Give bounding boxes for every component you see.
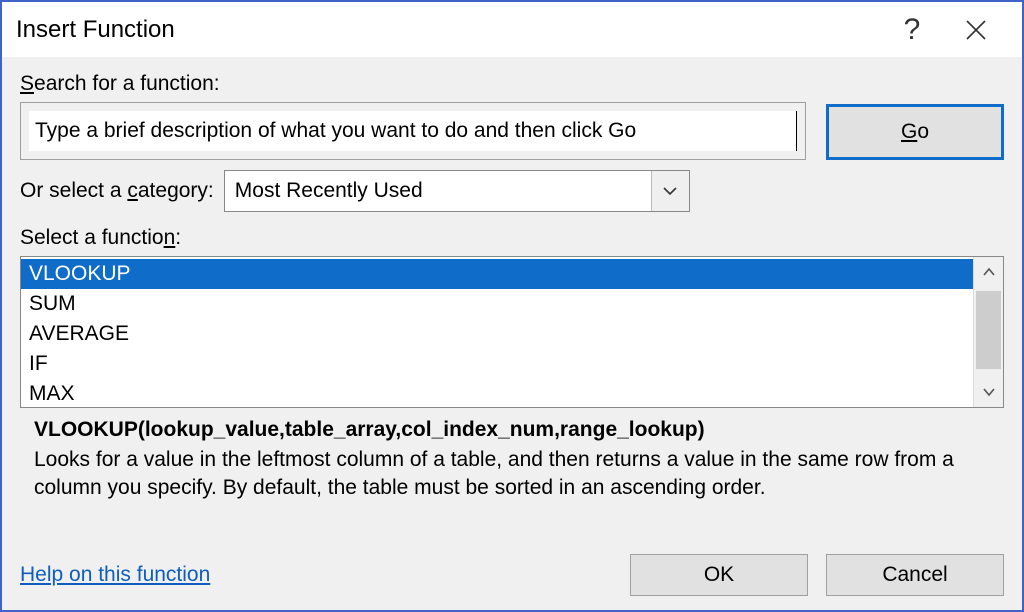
close-icon xyxy=(965,19,987,41)
scroll-up-button[interactable] xyxy=(974,257,1003,287)
chevron-down-icon xyxy=(982,387,996,397)
list-item[interactable]: MAX xyxy=(21,379,973,407)
titlebar: Insert Function ? xyxy=(2,2,1022,58)
category-label: Or select a category: xyxy=(20,179,214,203)
dialog-footer: Help on this function OK Cancel xyxy=(20,542,1004,596)
scroll-down-button[interactable] xyxy=(974,377,1003,407)
help-on-function-link[interactable]: Help on this function xyxy=(20,563,210,587)
dialog-body: Search for a function: Go Or select a ca… xyxy=(2,58,1022,610)
help-button[interactable]: ? xyxy=(880,2,944,58)
scrollbar[interactable] xyxy=(973,257,1003,407)
search-input[interactable] xyxy=(29,111,797,151)
chevron-up-icon xyxy=(982,267,996,277)
scroll-thumb[interactable] xyxy=(976,291,1001,369)
function-signature: VLOOKUP(lookup_value,table_array,col_ind… xyxy=(34,418,998,442)
list-item[interactable]: SUM xyxy=(21,289,973,319)
select-function-label: Select a function: xyxy=(20,226,1004,250)
category-selected-value: Most Recently Used xyxy=(235,179,423,203)
ok-button[interactable]: OK xyxy=(630,554,808,596)
search-label: Search for a function: xyxy=(20,72,1004,96)
category-select[interactable]: Most Recently Used xyxy=(224,170,690,212)
function-description: VLOOKUP(lookup_value,table_array,col_ind… xyxy=(20,416,1004,503)
function-description-text: Looks for a value in the leftmost column… xyxy=(34,446,998,503)
dialog-title: Insert Function xyxy=(16,16,175,44)
cancel-button[interactable]: Cancel xyxy=(826,554,1004,596)
list-item[interactable]: IF xyxy=(21,349,973,379)
function-listbox[interactable]: VLOOKUPSUMAVERAGEIFMAX xyxy=(20,256,1004,408)
search-input-wrap xyxy=(20,102,806,160)
scroll-track[interactable] xyxy=(974,287,1003,377)
list-item[interactable]: VLOOKUP xyxy=(21,259,973,289)
chevron-down-icon xyxy=(651,171,689,211)
insert-function-dialog: Insert Function ? Search for a function:… xyxy=(0,0,1024,612)
go-button[interactable]: Go xyxy=(826,104,1004,160)
close-button[interactable] xyxy=(944,2,1008,58)
list-item[interactable]: AVERAGE xyxy=(21,319,973,349)
